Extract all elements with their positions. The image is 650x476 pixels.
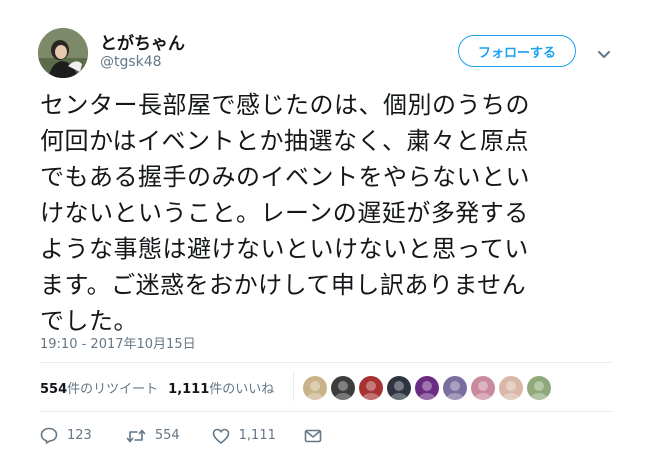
like-count: 1,111: [238, 428, 276, 443]
divider: [40, 411, 612, 412]
avatar-pink-icon: [471, 376, 495, 400]
avatar-anime-icon: [359, 376, 383, 400]
liker-avatar[interactable]: [527, 376, 551, 400]
display-name[interactable]: とがちゃん: [100, 29, 185, 54]
avatar-cartoon-icon: [303, 376, 327, 400]
heart-icon: [212, 428, 229, 444]
likes-label: 件のいいね: [209, 382, 275, 397]
divider: [40, 362, 612, 363]
reply-button[interactable]: 123: [40, 427, 92, 444]
liker-avatar[interactable]: [415, 376, 439, 400]
liker-avatar[interactable]: [499, 376, 523, 400]
likes-stat[interactable]: 1,111件のいいね: [168, 378, 274, 397]
reply-icon: [40, 427, 58, 444]
liker-avatar[interactable]: [359, 376, 383, 400]
avatar-photo-icon: [38, 28, 88, 78]
liker-avatar[interactable]: [303, 376, 327, 400]
timestamp[interactable]: 19:10 - 2017年10月15日: [40, 333, 196, 352]
avatar[interactable]: [38, 28, 88, 78]
tweet-text: センター長部屋で感じたのは、個別のうちの 何回かはイベントとか抽選なく、粛々と原…: [40, 91, 530, 335]
chevron-down-icon[interactable]: [596, 46, 612, 58]
screen-name[interactable]: @tgsk48: [100, 54, 162, 70]
retweet-count: 554: [154, 428, 180, 443]
retweet-icon: [126, 429, 146, 442]
follow-button[interactable]: フォローする: [458, 35, 576, 67]
avatar-dark-icon: [387, 376, 411, 400]
likes-count: 1,111: [168, 382, 210, 397]
liker-avatar[interactable]: [331, 376, 355, 400]
liker-avatars: [303, 376, 551, 400]
liker-avatar[interactable]: [387, 376, 411, 400]
like-button[interactable]: 1,111: [212, 428, 276, 444]
avatar-girls-icon: [443, 376, 467, 400]
envelope-icon: [304, 429, 322, 442]
liker-avatar[interactable]: [443, 376, 467, 400]
retweets-count: 554: [40, 382, 68, 397]
avatar-woman-icon: [499, 376, 523, 400]
retweet-button[interactable]: 554: [126, 428, 180, 444]
direct-message-button[interactable]: [304, 429, 322, 443]
tweet-card: とがちゃん @tgsk48 フォローする センター長部屋で感じたのは、個別のうち…: [0, 0, 650, 476]
avatar-group-icon: [527, 376, 551, 400]
tweet-stats: 554件のリツイート 1,111件のいいね: [40, 378, 274, 397]
liker-avatar[interactable]: [471, 376, 495, 400]
reply-count: 123: [67, 428, 92, 443]
avatar-purple-icon: [415, 376, 439, 400]
tweet-actions: 123 554 1,111: [40, 427, 322, 444]
retweets-stat[interactable]: 554件のリツイート: [40, 378, 158, 397]
avatar-gorilla-icon: [331, 376, 355, 400]
retweets-label: 件のリツイート: [67, 382, 159, 397]
stats-divider: [293, 371, 294, 401]
